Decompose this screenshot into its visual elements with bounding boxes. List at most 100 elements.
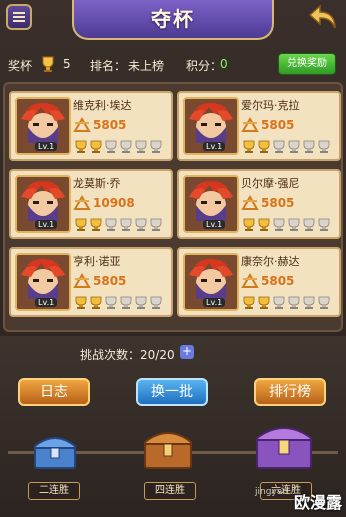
silver-cup-icon	[134, 295, 148, 314]
points-value: 0	[220, 57, 228, 71]
silver-cup-icon	[302, 217, 316, 236]
gold-cup-icon	[242, 139, 256, 158]
opponent-card[interactable]: Lv.1 龙莫斯·乔 10908	[9, 169, 173, 239]
silver-cup-icon	[104, 295, 118, 314]
challenge-count: 挑战次数：20/20	[80, 348, 175, 362]
bottom-panel: 挑战次数：20/20 + 日志 换一批 排行榜 二连胜 四连胜 六连胜 jing…	[0, 336, 346, 517]
level-badge: Lv.1	[203, 298, 226, 307]
silver-cup-icon	[134, 217, 148, 236]
cup-row	[242, 139, 331, 158]
silver-cup-icon	[287, 217, 301, 236]
opponent-name: 亨利·诺亚	[73, 255, 121, 268]
gold-cup-icon	[257, 295, 271, 314]
rank-value: 未上榜	[128, 59, 165, 73]
opponent-card[interactable]: Lv.1 康奈尔·赫达 5805	[177, 247, 341, 317]
opponent-score: 5805	[93, 118, 127, 132]
silver-cup-icon	[272, 139, 286, 158]
silver-cup-icon	[119, 217, 133, 236]
silver-cup-icon	[119, 295, 133, 314]
cup-row	[74, 217, 163, 236]
silver-cup-icon	[149, 139, 163, 158]
opponent-card[interactable]: Lv.1 爱尔玛·克拉 5805	[177, 91, 341, 161]
level-badge: Lv.1	[35, 220, 58, 229]
gold-cup-icon	[242, 217, 256, 236]
silver-cup-icon	[149, 217, 163, 236]
opponent-name: 爱尔玛·克拉	[241, 99, 300, 112]
opponent-name: 维克利·埃达	[73, 99, 132, 112]
purple-chest-icon[interactable]	[252, 416, 316, 472]
avatar: Lv.1	[15, 175, 71, 233]
silver-cup-icon	[272, 217, 286, 236]
chest-label-four-wins: 四连胜	[144, 482, 196, 500]
opponent-card[interactable]: Lv.1 亨利·诺亚 5805	[9, 247, 173, 317]
silver-cup-icon	[317, 295, 331, 314]
trophy-icon	[42, 56, 54, 72]
opponent-score: 5805	[261, 118, 295, 132]
cup-row	[74, 295, 163, 314]
opponent-score: 5805	[261, 196, 295, 210]
gold-cup-icon	[74, 139, 88, 158]
avatar: Lv.1	[183, 97, 239, 155]
cup-row	[242, 217, 331, 236]
gold-cup-icon	[74, 295, 88, 314]
opponent-name: 龙莫斯·乔	[73, 177, 121, 190]
silver-cup-icon	[302, 139, 316, 158]
cup-row	[242, 295, 331, 314]
opponent-card[interactable]: Lv.1 维克利·埃达 5805	[9, 91, 173, 161]
add-challenge-button[interactable]: +	[180, 345, 194, 359]
silver-cup-icon	[287, 295, 301, 314]
refresh-button[interactable]: 换一批	[136, 378, 208, 406]
silver-cup-icon	[317, 217, 331, 236]
gold-cup-icon	[257, 139, 271, 158]
opponent-name: 康奈尔·赫达	[241, 255, 300, 268]
opponent-score: 5805	[261, 274, 295, 288]
gold-cup-icon	[89, 295, 103, 314]
cups-label: 奖杯	[8, 59, 33, 73]
page-title: 夺杯	[151, 7, 195, 31]
silver-cup-icon	[119, 139, 133, 158]
title-plate: 夺杯	[72, 0, 274, 40]
exchange-reward-button[interactable]: 兑换奖励	[278, 53, 336, 75]
gold-cup-icon	[74, 217, 88, 236]
gold-cup-icon	[89, 217, 103, 236]
silver-cup-icon	[287, 139, 301, 158]
opponent-score: 5805	[93, 274, 127, 288]
rank-label: 排名：	[90, 59, 127, 73]
stats-bar: 奖杯 5 排名： 未上榜 积分： 0 兑换奖励	[0, 50, 346, 78]
level-badge: Lv.1	[203, 220, 226, 229]
watermark: 欧漫露	[293, 493, 342, 512]
gold-cup-icon	[89, 139, 103, 158]
chest-label-two-wins: 二连胜	[28, 482, 80, 500]
back-arrow-icon[interactable]	[308, 3, 338, 31]
cup-row	[74, 139, 163, 158]
points-label: 积分：	[186, 59, 223, 73]
ranking-button[interactable]: 排行榜	[254, 378, 326, 406]
avatar: Lv.1	[15, 253, 71, 311]
silver-cup-icon	[104, 217, 118, 236]
blue-chest-icon[interactable]	[30, 428, 80, 472]
gold-cup-icon	[257, 217, 271, 236]
silver-cup-icon	[302, 295, 316, 314]
gold-cup-icon	[242, 295, 256, 314]
level-badge: Lv.1	[35, 142, 58, 151]
silver-cup-icon	[149, 295, 163, 314]
header: 夺杯	[0, 0, 346, 50]
level-badge: Lv.1	[203, 142, 226, 151]
silver-cup-icon	[272, 295, 286, 314]
opponent-grid: Lv.1 维克利·埃达 5805 Lv.1 爱尔玛·克拉 5805 Lv.1 龙莫斯·乔 1…	[3, 82, 343, 332]
silver-cup-icon	[104, 139, 118, 158]
cups-value: 5	[63, 57, 71, 71]
avatar: Lv.1	[183, 253, 239, 311]
opponent-score: 10908	[93, 196, 135, 210]
log-button[interactable]: 日志	[18, 378, 90, 406]
avatar: Lv.1	[183, 175, 239, 233]
opponent-card[interactable]: Lv.1 贝尔摩·强尼 5805	[177, 169, 341, 239]
watermark-sub: jingyan	[255, 487, 288, 497]
silver-cup-icon	[317, 139, 331, 158]
avatar: Lv.1	[15, 97, 71, 155]
bronze-chest-icon[interactable]	[140, 422, 196, 472]
menu-button[interactable]	[6, 4, 32, 30]
opponent-name: 贝尔摩·强尼	[241, 177, 300, 190]
level-badge: Lv.1	[35, 298, 58, 307]
silver-cup-icon	[134, 139, 148, 158]
